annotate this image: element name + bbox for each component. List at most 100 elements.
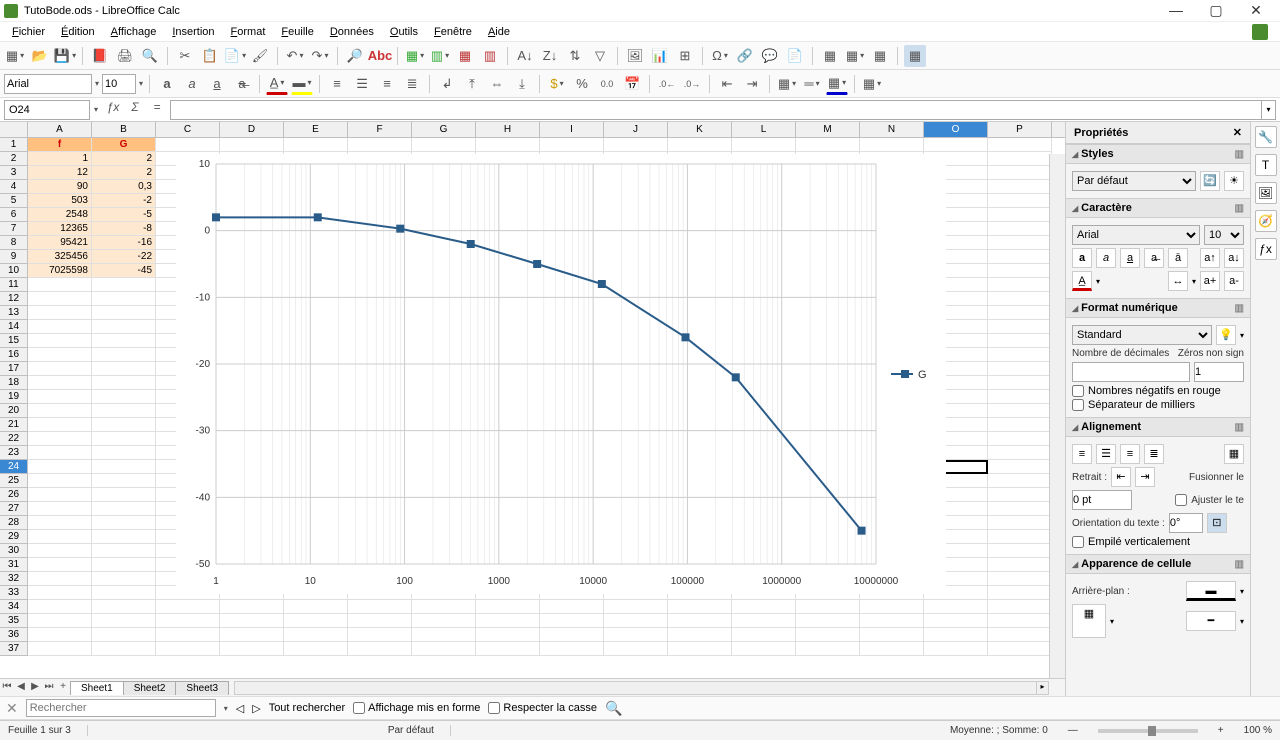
row-header-14[interactable]: 14 bbox=[0, 320, 28, 334]
row-header-12[interactable]: 12 bbox=[0, 292, 28, 306]
font-name-input[interactable] bbox=[4, 74, 92, 94]
cell-P24[interactable] bbox=[988, 460, 1052, 474]
cell-F1[interactable] bbox=[348, 138, 412, 152]
redo-button[interactable]: ↷ bbox=[309, 45, 331, 67]
sidebar-close-button[interactable]: ✕ bbox=[1233, 122, 1242, 143]
cell-H35[interactable] bbox=[476, 614, 540, 628]
cell-I36[interactable] bbox=[540, 628, 604, 642]
bold-button[interactable]: a bbox=[156, 73, 178, 95]
cell-H37[interactable] bbox=[476, 642, 540, 656]
col-header-I[interactable]: I bbox=[540, 122, 604, 137]
cell-B16[interactable] bbox=[92, 348, 156, 362]
select-all-corner[interactable] bbox=[0, 122, 28, 137]
col-header-B[interactable]: B bbox=[92, 122, 156, 137]
row-header-8[interactable]: 8 bbox=[0, 236, 28, 250]
sb-subscript-button[interactable]: a↓ bbox=[1224, 248, 1244, 268]
rail-navigator-icon[interactable]: 🧭 bbox=[1255, 210, 1277, 232]
cell-P35[interactable] bbox=[988, 614, 1052, 628]
cell-P3[interactable] bbox=[988, 166, 1052, 180]
cell-N34[interactable] bbox=[860, 600, 924, 614]
cell-C34[interactable] bbox=[156, 600, 220, 614]
close-button[interactable]: ✕ bbox=[1236, 1, 1276, 21]
style-select[interactable]: Par défaut bbox=[1072, 171, 1196, 191]
undo-button[interactable]: ↶ bbox=[284, 45, 306, 67]
zoom-level[interactable]: 100 % bbox=[1244, 725, 1272, 736]
row-header-37[interactable]: 37 bbox=[0, 642, 28, 656]
cell-A7[interactable]: 12365 bbox=[28, 222, 92, 236]
cell-B32[interactable] bbox=[92, 572, 156, 586]
print-preview-button[interactable]: 🔍 bbox=[139, 45, 161, 67]
cell-P28[interactable] bbox=[988, 516, 1052, 530]
cell-L36[interactable] bbox=[732, 628, 796, 642]
cell-P26[interactable] bbox=[988, 488, 1052, 502]
row-header-30[interactable]: 30 bbox=[0, 544, 28, 558]
row-header-34[interactable]: 34 bbox=[0, 600, 28, 614]
row-header-28[interactable]: 28 bbox=[0, 516, 28, 530]
cell-E37[interactable] bbox=[284, 642, 348, 656]
add-decimal-button[interactable]: .0← bbox=[656, 73, 678, 95]
cell-O1[interactable] bbox=[924, 138, 988, 152]
menu-édition[interactable]: Édition bbox=[53, 24, 103, 40]
cell-K35[interactable] bbox=[668, 614, 732, 628]
cell-A5[interactable]: 503 bbox=[28, 194, 92, 208]
sb-align-justify-button[interactable]: ≣ bbox=[1144, 444, 1164, 464]
pdf-export-button[interactable]: 📕 bbox=[89, 45, 111, 67]
cell-B4[interactable]: 0,3 bbox=[92, 180, 156, 194]
col-header-O[interactable]: O bbox=[924, 122, 988, 137]
cell-A6[interactable]: 2548 bbox=[28, 208, 92, 222]
row-header-21[interactable]: 21 bbox=[0, 418, 28, 432]
cell-J1[interactable] bbox=[604, 138, 668, 152]
cell-B14[interactable] bbox=[92, 320, 156, 334]
cell-I37[interactable] bbox=[540, 642, 604, 656]
menu-insertion[interactable]: Insertion bbox=[164, 24, 222, 40]
cell-B30[interactable] bbox=[92, 544, 156, 558]
copy-button[interactable]: 📋 bbox=[199, 45, 221, 67]
print-button[interactable]: 🖨 bbox=[114, 45, 136, 67]
col-header-F[interactable]: F bbox=[348, 122, 412, 137]
cell-N35[interactable] bbox=[860, 614, 924, 628]
show-draw-button[interactable]: ▦ bbox=[904, 45, 926, 67]
col-header-P[interactable]: P bbox=[988, 122, 1052, 137]
font-color-button[interactable]: A̲ bbox=[266, 73, 288, 95]
delete-row-button[interactable]: ▦ bbox=[454, 45, 476, 67]
define-range-button[interactable]: ▦ bbox=[819, 45, 841, 67]
cell-A14[interactable] bbox=[28, 320, 92, 334]
cell-C37[interactable] bbox=[156, 642, 220, 656]
row-header-29[interactable]: 29 bbox=[0, 530, 28, 544]
cell-reference-input[interactable] bbox=[4, 100, 90, 120]
cell-L34[interactable] bbox=[732, 600, 796, 614]
cell-L1[interactable] bbox=[732, 138, 796, 152]
cell-P16[interactable] bbox=[988, 348, 1052, 362]
cell-K36[interactable] bbox=[668, 628, 732, 642]
cell-E1[interactable] bbox=[284, 138, 348, 152]
cell-I35[interactable] bbox=[540, 614, 604, 628]
cell-P9[interactable] bbox=[988, 250, 1052, 264]
cell-A19[interactable] bbox=[28, 390, 92, 404]
cell-P17[interactable] bbox=[988, 362, 1052, 376]
cell-B12[interactable] bbox=[92, 292, 156, 306]
cell-B17[interactable] bbox=[92, 362, 156, 376]
border-color-button[interactable]: ▦ bbox=[826, 73, 848, 95]
align-center-button[interactable]: ☰ bbox=[351, 73, 373, 95]
col-header-K[interactable]: K bbox=[668, 122, 732, 137]
border-line-button[interactable]: ━ bbox=[1186, 611, 1236, 631]
remove-decimal-button[interactable]: .0→ bbox=[681, 73, 703, 95]
cell-B25[interactable] bbox=[92, 474, 156, 488]
cell-P21[interactable] bbox=[988, 418, 1052, 432]
autofilter-button[interactable]: ▽ bbox=[589, 45, 611, 67]
cell-H36[interactable] bbox=[476, 628, 540, 642]
formula-input[interactable] bbox=[170, 100, 1262, 120]
tab-add-button[interactable]: + bbox=[56, 681, 70, 695]
row-button[interactable]: ▦ bbox=[404, 45, 426, 67]
cell-H34[interactable] bbox=[476, 600, 540, 614]
sb-bold-button[interactable]: a bbox=[1072, 248, 1092, 268]
row-header-19[interactable]: 19 bbox=[0, 390, 28, 404]
cell-F36[interactable] bbox=[348, 628, 412, 642]
cell-A22[interactable] bbox=[28, 432, 92, 446]
cell-A27[interactable] bbox=[28, 502, 92, 516]
row-header-36[interactable]: 36 bbox=[0, 628, 28, 642]
row-header-25[interactable]: 25 bbox=[0, 474, 28, 488]
row-header-17[interactable]: 17 bbox=[0, 362, 28, 376]
sheet-tab-sheet2[interactable]: Sheet2 bbox=[123, 681, 177, 695]
cell-B31[interactable] bbox=[92, 558, 156, 572]
